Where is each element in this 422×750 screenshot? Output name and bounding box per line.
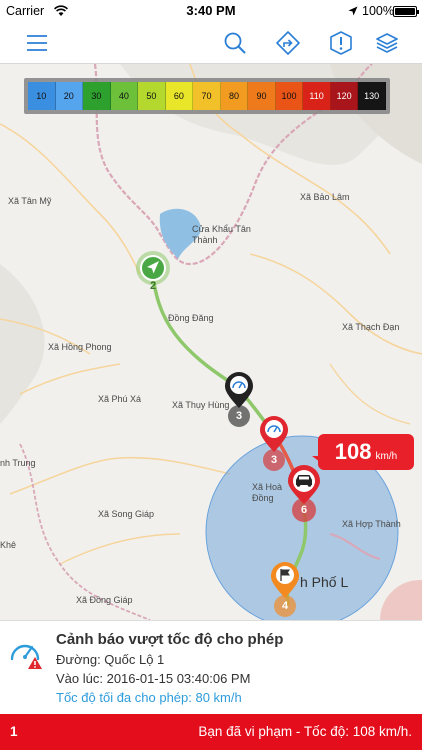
violation-title: Cảnh báo vượt tốc độ cho phép bbox=[56, 631, 284, 648]
place-label: Đồng Đăng bbox=[168, 313, 214, 323]
place-label: Xã Song Giáp bbox=[98, 509, 155, 519]
camera-marker[interactable]: 3 bbox=[222, 370, 256, 428]
place-label: Xã Thụy Hùng bbox=[172, 400, 230, 410]
speed-limit-text: Tốc độ tối đa cho phép: 80 km/h bbox=[56, 690, 242, 705]
status-time: 3:40 PM bbox=[186, 3, 236, 18]
place-label: Xã Bảo Lâm bbox=[300, 192, 350, 202]
battery-icon bbox=[393, 6, 419, 17]
place-label: Xã Hợp Thành bbox=[342, 519, 401, 529]
place-label: Khê bbox=[0, 540, 17, 550]
violation-message: Bạn đã vi phạm - Tốc độ: 108 km/h. bbox=[198, 724, 412, 739]
alert-icon bbox=[330, 31, 352, 55]
vehicle-marker[interactable]: 6 bbox=[284, 464, 324, 524]
place-label: Cửa Khẩu Tân Thành bbox=[192, 224, 251, 245]
marker-label: 4 bbox=[281, 600, 289, 612]
speed-legend-cell: 80 bbox=[220, 82, 249, 110]
layers-button[interactable] bbox=[372, 28, 402, 58]
menu-icon bbox=[27, 35, 47, 51]
marker-label: 3 bbox=[235, 410, 243, 422]
speed-legend-cell: 110 bbox=[303, 82, 331, 110]
place-label: Xã Hồng Phong bbox=[48, 342, 112, 352]
battery-percent: 100% bbox=[362, 4, 394, 18]
current-speed-callout: 108 km/h bbox=[318, 434, 414, 470]
layers-icon bbox=[376, 33, 398, 53]
speed-legend-cell: 60 bbox=[165, 82, 194, 110]
search-icon bbox=[224, 32, 246, 54]
status-bar: Carrier 3:40 PM 100% bbox=[0, 0, 422, 22]
search-button[interactable] bbox=[220, 28, 250, 58]
speed-legend-cell: 130 bbox=[358, 82, 386, 110]
place-label: Xã Thạch Đạn bbox=[342, 322, 400, 332]
speed-legend-cell: 90 bbox=[248, 82, 276, 110]
speed-legend-cell: 120 bbox=[330, 82, 359, 110]
place-label: h Phố L bbox=[300, 574, 349, 590]
speed-legend-cell: 50 bbox=[138, 82, 166, 110]
violation-time: Vào lúc: 2016-01-15 03:40:06 PM bbox=[56, 671, 251, 686]
speedometer-warning-icon bbox=[10, 644, 42, 669]
map-view[interactable]: 10 20 30 40 50 60 70 80 90 100 110 120 130 Xã Tân Mỹ… bbox=[0, 64, 422, 620]
speed-legend-cell: 40 bbox=[110, 82, 139, 110]
marker-label: 3 bbox=[270, 454, 278, 466]
violation-info-panel: Cảnh báo vượt tốc độ cho phép Đường: Quố… bbox=[0, 620, 422, 714]
toolbar bbox=[0, 22, 422, 64]
violation-bar[interactable]: 1 Bạn đã vi phạm - Tốc độ: 108 km/h. bbox=[0, 714, 422, 750]
speed-legend: 10 20 30 40 50 60 70 80 90 100 110 120 130 bbox=[24, 78, 390, 114]
speed-legend-cell: 100 bbox=[275, 82, 304, 110]
location-services-icon bbox=[348, 6, 358, 16]
speed-legend-cell: 70 bbox=[193, 82, 221, 110]
speed-legend-cell: 20 bbox=[55, 82, 84, 110]
alert-button[interactable] bbox=[326, 28, 356, 58]
start-marker[interactable]: 2 bbox=[135, 250, 171, 294]
directions-icon bbox=[276, 31, 300, 55]
battery-fill bbox=[395, 8, 415, 15]
speed-legend-cell: 30 bbox=[83, 82, 111, 110]
violation-count: 1 bbox=[10, 724, 18, 739]
current-speed-value: 108 bbox=[334, 439, 372, 464]
place-label: nh Trung bbox=[0, 458, 36, 468]
marker-label: 2 bbox=[149, 280, 157, 292]
violation-road: Đường: Quốc Lộ 1 bbox=[56, 652, 165, 667]
directions-button[interactable] bbox=[273, 28, 303, 58]
destination-marker[interactable]: 4 bbox=[268, 560, 302, 620]
place-label: Xã Tân Mỹ bbox=[8, 196, 52, 206]
place-label: Xã Đồng Giáp bbox=[76, 595, 133, 605]
current-speed-unit: km/h bbox=[375, 451, 398, 462]
marker-label: 6 bbox=[300, 504, 308, 516]
menu-button[interactable] bbox=[22, 28, 52, 58]
speed-legend-cell: 10 bbox=[28, 82, 56, 110]
place-label: Xã Phú Xá bbox=[98, 394, 142, 404]
